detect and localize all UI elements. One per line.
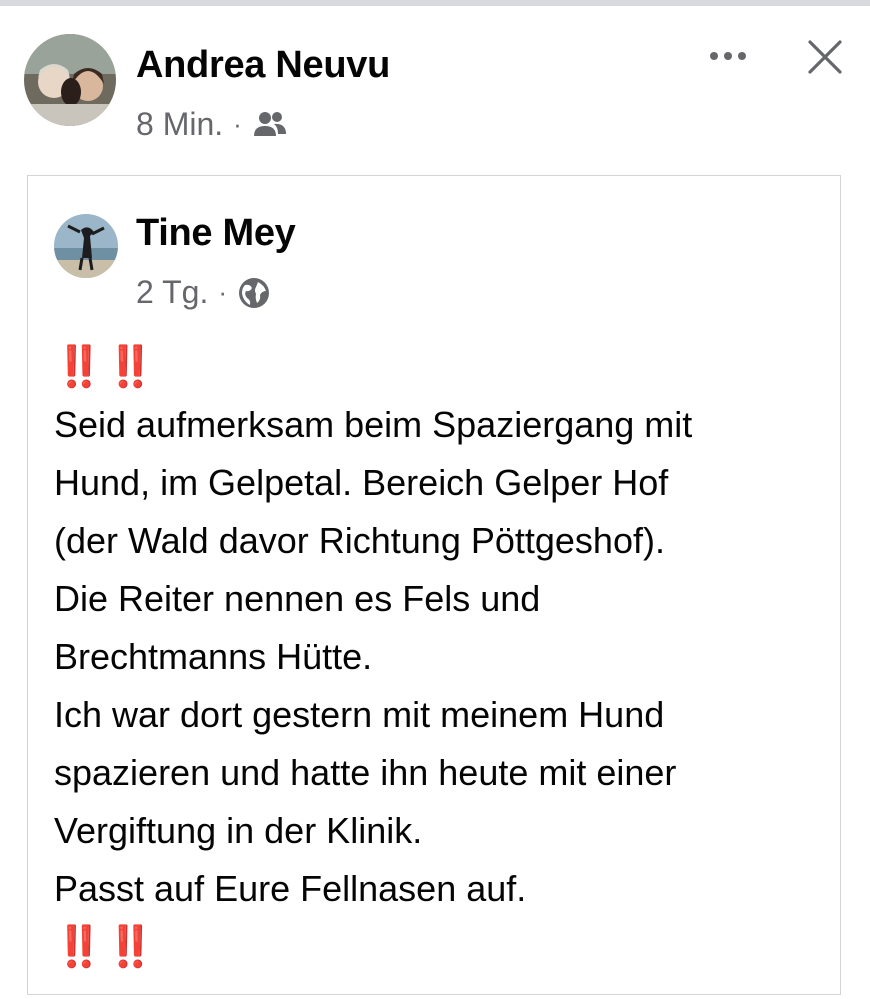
sharer-meta: 8 Min. · (136, 106, 288, 143)
alert-marks-top: ‼️‼️ (54, 345, 158, 389)
post-line: spazieren und hatte ihn heute mit einer (54, 752, 677, 793)
post-line: Die Reiter nennen es Fels und (54, 578, 541, 619)
shared-post-card[interactable]: Tine Mey 2 Tg. · ‼️‼️ Seid aufmerksam be… (27, 175, 841, 995)
author-meta: 2 Tg. · (136, 274, 271, 311)
more-horizontal-icon (710, 52, 746, 60)
meta-separator: · (218, 277, 228, 307)
post-line: Passt auf Eure Fellnasen auf. (54, 868, 527, 909)
more-options-button[interactable] (704, 38, 752, 74)
post-line: Seid aufmerksam beim Spaziergang mit (54, 404, 693, 445)
author-timestamp[interactable]: 2 Tg. (136, 274, 208, 311)
author-avatar[interactable] (54, 214, 118, 278)
close-button[interactable] (800, 34, 850, 80)
sharer-name[interactable]: Andrea Neuvu (136, 44, 390, 87)
top-divider (0, 0, 870, 6)
post-line: Hund, im Gelpetal. Bereich Gelper Hof (54, 462, 669, 503)
avatar-photo (54, 214, 118, 278)
post-line: Brechtmanns Hütte. (54, 636, 373, 677)
sharer-timestamp[interactable]: 8 Min. (136, 106, 223, 143)
sharer-avatar[interactable] (24, 34, 116, 126)
close-icon (808, 40, 842, 74)
post-text: ‼️‼️ Seid aufmerksam beim Spaziergang mi… (54, 338, 834, 976)
friends-icon[interactable] (252, 109, 288, 141)
post-line: Ich war dort gestern mit meinem Hund (54, 694, 665, 735)
alert-marks-bottom: ‼️‼️ (54, 925, 158, 969)
globe-icon[interactable] (237, 276, 271, 310)
avatar-photo (24, 34, 116, 126)
meta-separator: · (233, 109, 242, 139)
post-line: Vergiftung in der Klinik. (54, 810, 423, 851)
author-name[interactable]: Tine Mey (136, 212, 296, 255)
post-line: (der Wald davor Richtung Pöttgeshof). (54, 520, 665, 561)
